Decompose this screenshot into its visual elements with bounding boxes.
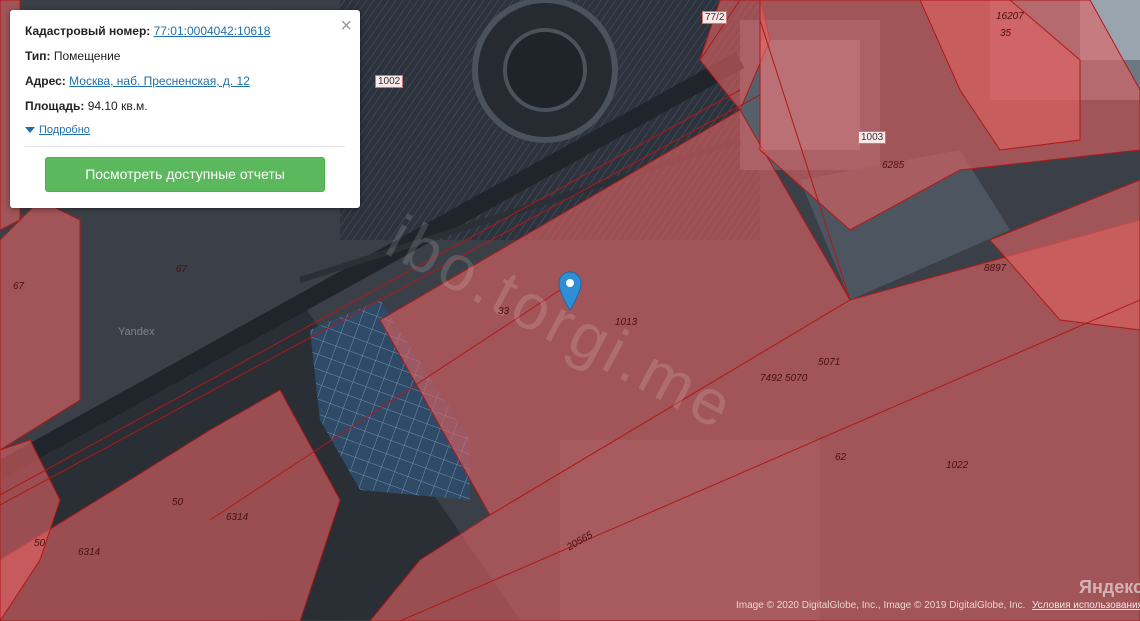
parcel-label: 7492 5070: [760, 373, 808, 384]
parcel-label: 1003: [858, 131, 887, 144]
parcel-label: 6314: [226, 512, 249, 523]
parcel-label: 1022: [946, 460, 969, 471]
parcel-label: 50: [172, 497, 184, 508]
parcel-label: 33: [498, 306, 510, 317]
divider: [25, 146, 345, 147]
parcel-label: 50: [34, 538, 46, 549]
type-value: Помещение: [53, 49, 121, 63]
imagery-copyright: Image © 2020 DigitalGlobe, Inc., Image ©…: [736, 600, 1026, 611]
parcel-label: 1013: [615, 317, 638, 328]
terms-of-use-link[interactable]: Условия использования: [1032, 600, 1140, 611]
details-link[interactable]: Подробно: [39, 124, 90, 136]
parcel-label: 6285: [882, 160, 905, 171]
parcel-label: 67: [176, 264, 188, 275]
triangle-down-icon: [25, 127, 35, 134]
parcel-label: 5071: [818, 357, 841, 368]
parcel-label: 1002: [375, 75, 404, 88]
parcel-label: 6314: [78, 547, 101, 558]
details-toggle[interactable]: Подробно: [25, 124, 345, 146]
parcel-label: 16207: [996, 11, 1024, 22]
parcel-label: 8897: [984, 263, 1007, 274]
parcel-label: 62: [835, 452, 847, 463]
area-label: Площадь:: [25, 99, 85, 113]
yandex-logo: Яндекс: [1079, 577, 1140, 597]
area-row: Площадь: 94.10 кв.м.: [25, 99, 345, 124]
address-label: Адрес:: [25, 74, 66, 88]
yandex-imagery-mark: Yandex: [118, 326, 155, 338]
cadastral-number-link[interactable]: 77:01:0004042:10618: [154, 24, 271, 38]
area-value: 94.10 кв.м.: [87, 99, 148, 113]
type-label: Тип:: [25, 49, 51, 63]
close-icon[interactable]: ×: [340, 16, 352, 36]
parcel-label: 77/2: [702, 11, 728, 24]
type-row: Тип: Помещение: [25, 49, 345, 74]
view-reports-button[interactable]: Посмотреть доступные отчеты: [45, 157, 325, 192]
map-view[interactable]: ibo.torgi.me Yandex 77/2 16207 35 1002 1…: [0, 0, 1140, 621]
address-row: Адрес: Москва, наб. Пресненская, д. 12: [25, 74, 345, 99]
parcel-info-popup: × Кадастровый номер: 77:01:0004042:10618…: [10, 10, 360, 208]
address-link[interactable]: Москва, наб. Пресненская, д. 12: [69, 74, 250, 88]
map-pin-icon[interactable]: [557, 269, 583, 311]
parcel-label: 35: [1000, 28, 1012, 39]
cadastral-label: Кадастровый номер:: [25, 24, 151, 38]
cadastral-row: Кадастровый номер: 77:01:0004042:10618: [25, 24, 345, 49]
parcel-label: 67: [13, 281, 25, 292]
